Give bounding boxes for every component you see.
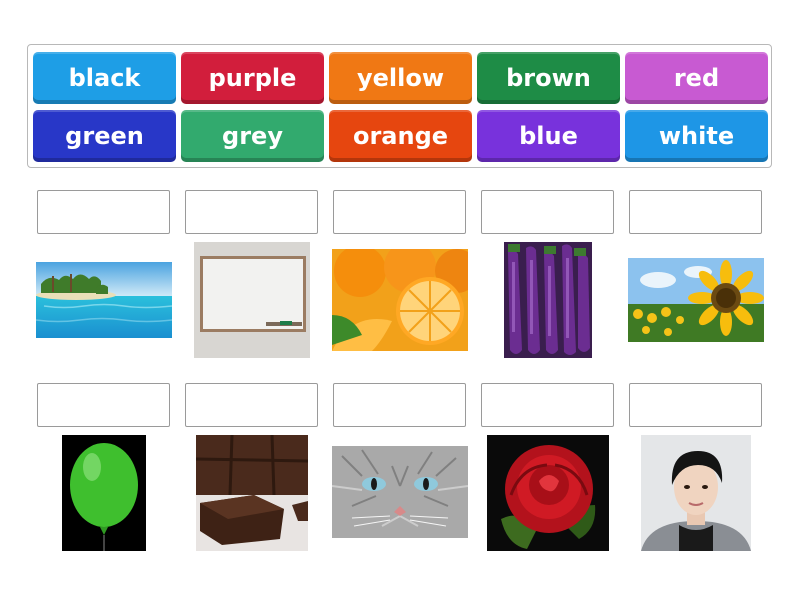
brownies-icon <box>196 435 308 551</box>
tile-orange[interactable]: orange <box>329 110 472 162</box>
drop-slot-3[interactable] <box>333 190 466 234</box>
grey-cat-icon <box>332 446 468 538</box>
tile-green[interactable]: green <box>33 110 176 162</box>
drop-slot-9[interactable] <box>481 383 614 427</box>
drop-slot-7[interactable] <box>185 383 318 427</box>
drop-slot-10[interactable] <box>629 383 762 427</box>
green-balloon-icon <box>62 435 146 551</box>
drop-slot-4[interactable] <box>481 190 614 234</box>
sunflower-icon <box>628 258 764 342</box>
tile-brown[interactable]: brown <box>477 52 620 104</box>
oranges-icon <box>332 249 468 351</box>
drop-slot-5[interactable] <box>629 190 762 234</box>
man-portrait-icon <box>641 435 751 551</box>
tile-purple[interactable]: purple <box>181 52 324 104</box>
tile-grey[interactable]: grey <box>181 110 324 162</box>
drop-slot-8[interactable] <box>333 383 466 427</box>
drop-slot-6[interactable] <box>37 383 170 427</box>
tile-red[interactable]: red <box>625 52 768 104</box>
red-rose-icon <box>487 435 609 551</box>
drop-slot-1[interactable] <box>37 190 170 234</box>
word-bank: black purple yellow brown red green grey… <box>27 44 772 168</box>
eggplants-icon <box>504 242 592 358</box>
whiteboard-icon <box>194 242 310 358</box>
tile-blue[interactable]: blue <box>477 110 620 162</box>
tile-black[interactable]: black <box>33 52 176 104</box>
tropical-sea-icon <box>36 262 172 338</box>
tile-white[interactable]: white <box>625 110 768 162</box>
drop-slot-2[interactable] <box>185 190 318 234</box>
tile-yellow[interactable]: yellow <box>329 52 472 104</box>
